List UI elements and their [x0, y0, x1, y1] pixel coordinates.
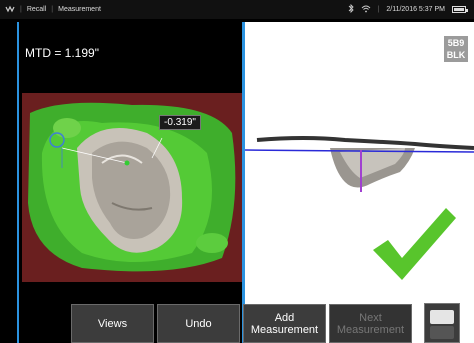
- toggle-knob-top: [430, 310, 454, 324]
- section-label: Measurement: [58, 6, 101, 13]
- image-view-pane[interactable]: MTD = 1.199" -0.319": [17, 22, 243, 343]
- mode-label[interactable]: Recall: [27, 6, 46, 13]
- next-measurement-label-line-1: Next: [359, 311, 382, 324]
- views-button[interactable]: Views: [71, 304, 154, 343]
- panel-toggle-button[interactable]: [424, 303, 460, 343]
- status-separator: |: [20, 6, 22, 13]
- status-bar: | Recall | Measurement | 2/11/2016 5:37 …: [0, 0, 474, 19]
- views-button-label: Views: [97, 317, 128, 330]
- battery-icon: [452, 6, 468, 13]
- gauge-logo-icon: [5, 5, 15, 15]
- depth-value: -0.319": [164, 117, 196, 128]
- toggle-knob-bottom: [430, 326, 454, 339]
- badge-line-2: BLK: [446, 50, 466, 60]
- profile-view-pane[interactable]: 5B9 BLK: [245, 22, 474, 343]
- bluetooth-icon: [348, 3, 354, 15]
- profile-graphic[interactable]: [245, 22, 474, 343]
- add-measurement-label-line-2: Measurement: [250, 323, 319, 336]
- part-badge: 5B9 BLK: [444, 36, 468, 62]
- undo-button-label: Undo: [185, 317, 212, 330]
- next-measurement-button[interactable]: Next Measurement: [329, 304, 412, 343]
- pane-border: [17, 22, 19, 343]
- wifi-icon: [361, 5, 371, 15]
- inspection-image[interactable]: -0.319": [22, 93, 243, 282]
- undo-button[interactable]: Undo: [157, 304, 240, 343]
- checkmark-icon: [368, 202, 458, 289]
- measurement-readout: MTD = 1.199": [25, 46, 99, 60]
- add-measurement-label-line-1: Add: [274, 311, 295, 324]
- depth-callout[interactable]: -0.319": [159, 115, 201, 130]
- datetime-label: 2/11/2016 5:37 PM: [386, 6, 445, 13]
- status-separator: |: [51, 6, 54, 13]
- next-measurement-label-line-2: Measurement: [336, 323, 405, 336]
- status-separator: |: [377, 6, 380, 13]
- badge-line-1: 5B9: [447, 38, 465, 48]
- add-measurement-button[interactable]: Add Measurement: [243, 304, 326, 343]
- bottom-toolbar: Views Undo Add Measurement Next Measurem…: [71, 304, 412, 343]
